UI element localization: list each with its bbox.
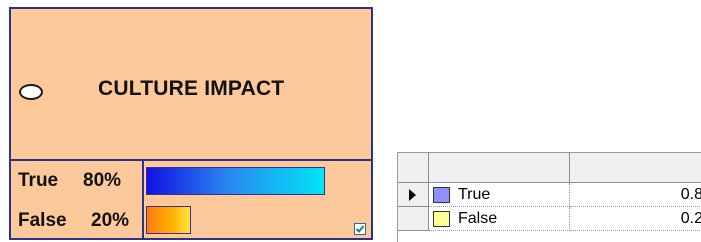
probability-bar-true bbox=[146, 167, 325, 195]
value-true: 0.8 bbox=[680, 186, 701, 203]
oval-state-icon bbox=[19, 84, 43, 100]
table-cell-state-true[interactable]: True bbox=[429, 183, 570, 207]
node-title: CULTURE IMPACT bbox=[98, 77, 285, 100]
color-swatch-true bbox=[433, 187, 450, 203]
states-divider bbox=[142, 159, 144, 240]
state-percent-false: 20% bbox=[91, 210, 130, 231]
state-name-true: True bbox=[458, 186, 491, 203]
culture-impact-node[interactable]: CULTURE IMPACT True 80% False 20% bbox=[9, 7, 373, 240]
table-corner-header bbox=[398, 153, 429, 183]
state-name-false: False bbox=[458, 210, 498, 227]
table-cell-state-false[interactable]: False bbox=[429, 207, 570, 231]
node-checkbox[interactable] bbox=[354, 223, 366, 235]
probability-bar-false bbox=[146, 206, 191, 234]
probability-table[interactable]: True 0.8 False 0.2 bbox=[397, 152, 701, 242]
check-icon bbox=[355, 225, 365, 233]
state-percent-true: 80% bbox=[83, 170, 122, 191]
color-swatch-false bbox=[433, 211, 450, 227]
current-row-arrow-icon bbox=[409, 189, 416, 201]
column-header-state[interactable] bbox=[429, 153, 570, 183]
node-header: CULTURE IMPACT bbox=[11, 9, 371, 161]
row-header-true[interactable] bbox=[398, 183, 429, 207]
value-false: 0.2 bbox=[680, 210, 701, 227]
column-header-value[interactable] bbox=[570, 153, 701, 183]
table-cell-value-false[interactable]: 0.2 bbox=[570, 207, 701, 231]
row-header-false[interactable] bbox=[398, 207, 429, 231]
state-label-false: False bbox=[18, 210, 67, 231]
state-label-true: True bbox=[18, 170, 59, 191]
table-cell-value-true[interactable]: 0.8 bbox=[570, 183, 701, 207]
